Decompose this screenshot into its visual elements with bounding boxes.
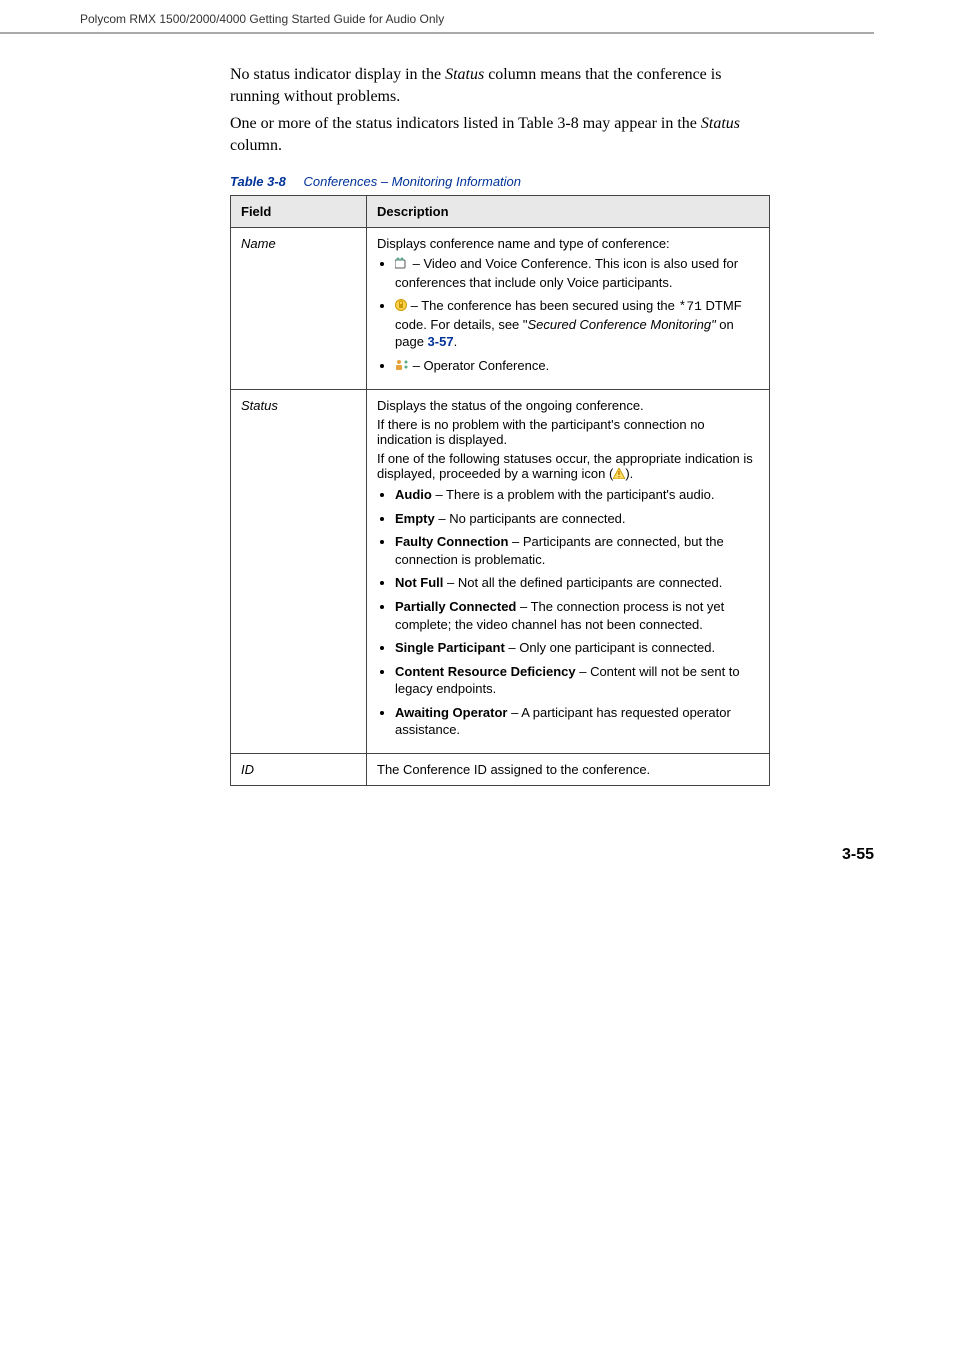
- table-row: ID The Conference ID assigned to the con…: [231, 753, 770, 785]
- list-item: – The conference has been secured using …: [395, 297, 759, 351]
- table-caption-label: Table 3-8: [230, 174, 286, 189]
- list-item: Faulty Connection – Participants are con…: [395, 533, 759, 568]
- table-caption: Table 3-8 Conferences – Monitoring Infor…: [230, 174, 770, 189]
- list-item: Audio – There is a problem with the part…: [395, 486, 759, 504]
- list-item: Empty – No participants are connected.: [395, 510, 759, 528]
- list-item: Content Resource Deficiency – Content wi…: [395, 663, 759, 698]
- list-item: Single Participant – Only one participan…: [395, 639, 759, 657]
- table-row: Name Displays conference name and type o…: [231, 228, 770, 390]
- field-status: Status: [231, 390, 367, 754]
- col-header-description: Description: [367, 196, 770, 228]
- field-id-description: The Conference ID assigned to the confer…: [367, 753, 770, 785]
- field-status-description: Displays the status of the ongoing confe…: [367, 390, 770, 754]
- list-item: Partially Connected – The connection pro…: [395, 598, 759, 633]
- field-name: Name: [231, 228, 367, 390]
- intro-paragraph-1: No status indicator display in the Statu…: [230, 64, 770, 107]
- list-item: – Video and Voice Conference. This icon …: [395, 255, 759, 291]
- monitoring-table: Field Description Name Displays conferen…: [230, 195, 770, 785]
- col-header-field: Field: [231, 196, 367, 228]
- table-header-row: Field Description: [231, 196, 770, 228]
- intro-paragraph-2: One or more of the status indicators lis…: [230, 113, 770, 156]
- page-number: 3-55: [80, 846, 874, 864]
- page-body: No status indicator display in the Statu…: [0, 64, 954, 924]
- field-id: ID: [231, 753, 367, 785]
- running-header-text: Polycom RMX 1500/2000/4000 Getting Start…: [80, 12, 444, 26]
- table-caption-text: Conferences – Monitoring Information: [304, 174, 522, 189]
- table-row: Status Displays the status of the ongoin…: [231, 390, 770, 754]
- list-item: Not Full – Not all the defined participa…: [395, 574, 759, 592]
- warning-icon: [613, 467, 625, 482]
- video-voice-conference-icon: [395, 256, 409, 274]
- running-header: Polycom RMX 1500/2000/4000 Getting Start…: [0, 0, 874, 34]
- secured-conference-icon: [395, 298, 407, 316]
- list-item: Awaiting Operator – A participant has re…: [395, 704, 759, 739]
- page-link[interactable]: 3-57: [428, 334, 454, 349]
- list-item: – Operator Conference.: [395, 357, 759, 375]
- field-name-description: Displays conference name and type of con…: [367, 228, 770, 390]
- operator-conference-icon: [395, 358, 409, 376]
